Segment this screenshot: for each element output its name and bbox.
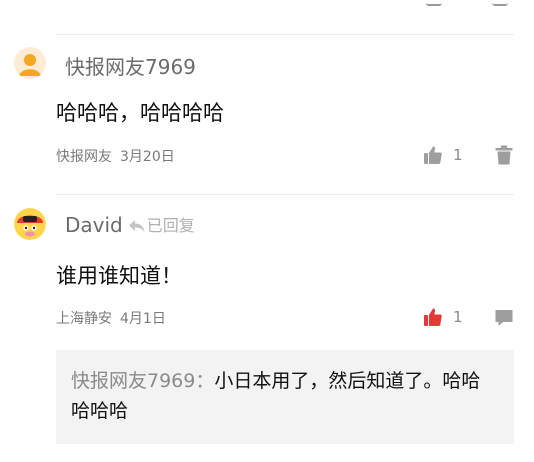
comment-username: David 已回复 [65,212,195,237]
avatar[interactable] [14,208,46,240]
replied-label: 已回复 [146,216,195,235]
comment-date: 3月20日 [120,149,175,165]
divider [55,34,514,35]
comment-meta: 快报网友 3月20日 [56,146,175,166]
comment-icon[interactable] [494,308,514,328]
comment-username[interactable]: 快报网友7969 [65,51,196,80]
username-text[interactable]: David [65,213,123,237]
thumbs-up-icon[interactable] [423,145,443,165]
reply-arrow-icon [128,220,145,232]
comment-meta: 上海静安 4月1日 [56,308,166,328]
action-icon[interactable] [492,0,508,6]
like-count: 1 [453,146,463,164]
quote-author[interactable]: 快报网友7969 [71,370,195,392]
default-user-icon [14,47,46,79]
divider [55,194,514,195]
cartoon-avatar-icon [14,208,46,240]
comment-date: 4月1日 [120,311,166,327]
like-icon[interactable] [426,0,442,6]
comment-text: 谁用谁知道！ [56,264,182,288]
replied-badge: 已回复 [128,212,195,236]
trash-icon[interactable] [494,145,514,165]
comment-location: 上海静安 [56,311,112,327]
previous-comment-controls [0,0,534,6]
avatar[interactable] [14,47,46,79]
comment-text: 哈哈哈，哈哈哈哈 [56,101,224,125]
comment-location: 快报网友 [56,149,112,165]
like-count: 1 [453,308,463,326]
quoted-reply: 快报网友7969：小日本用了，然后知道了。哈哈哈哈哈 [56,350,514,444]
thumbs-up-icon[interactable] [423,307,443,327]
quote-separator: ： [195,370,215,392]
